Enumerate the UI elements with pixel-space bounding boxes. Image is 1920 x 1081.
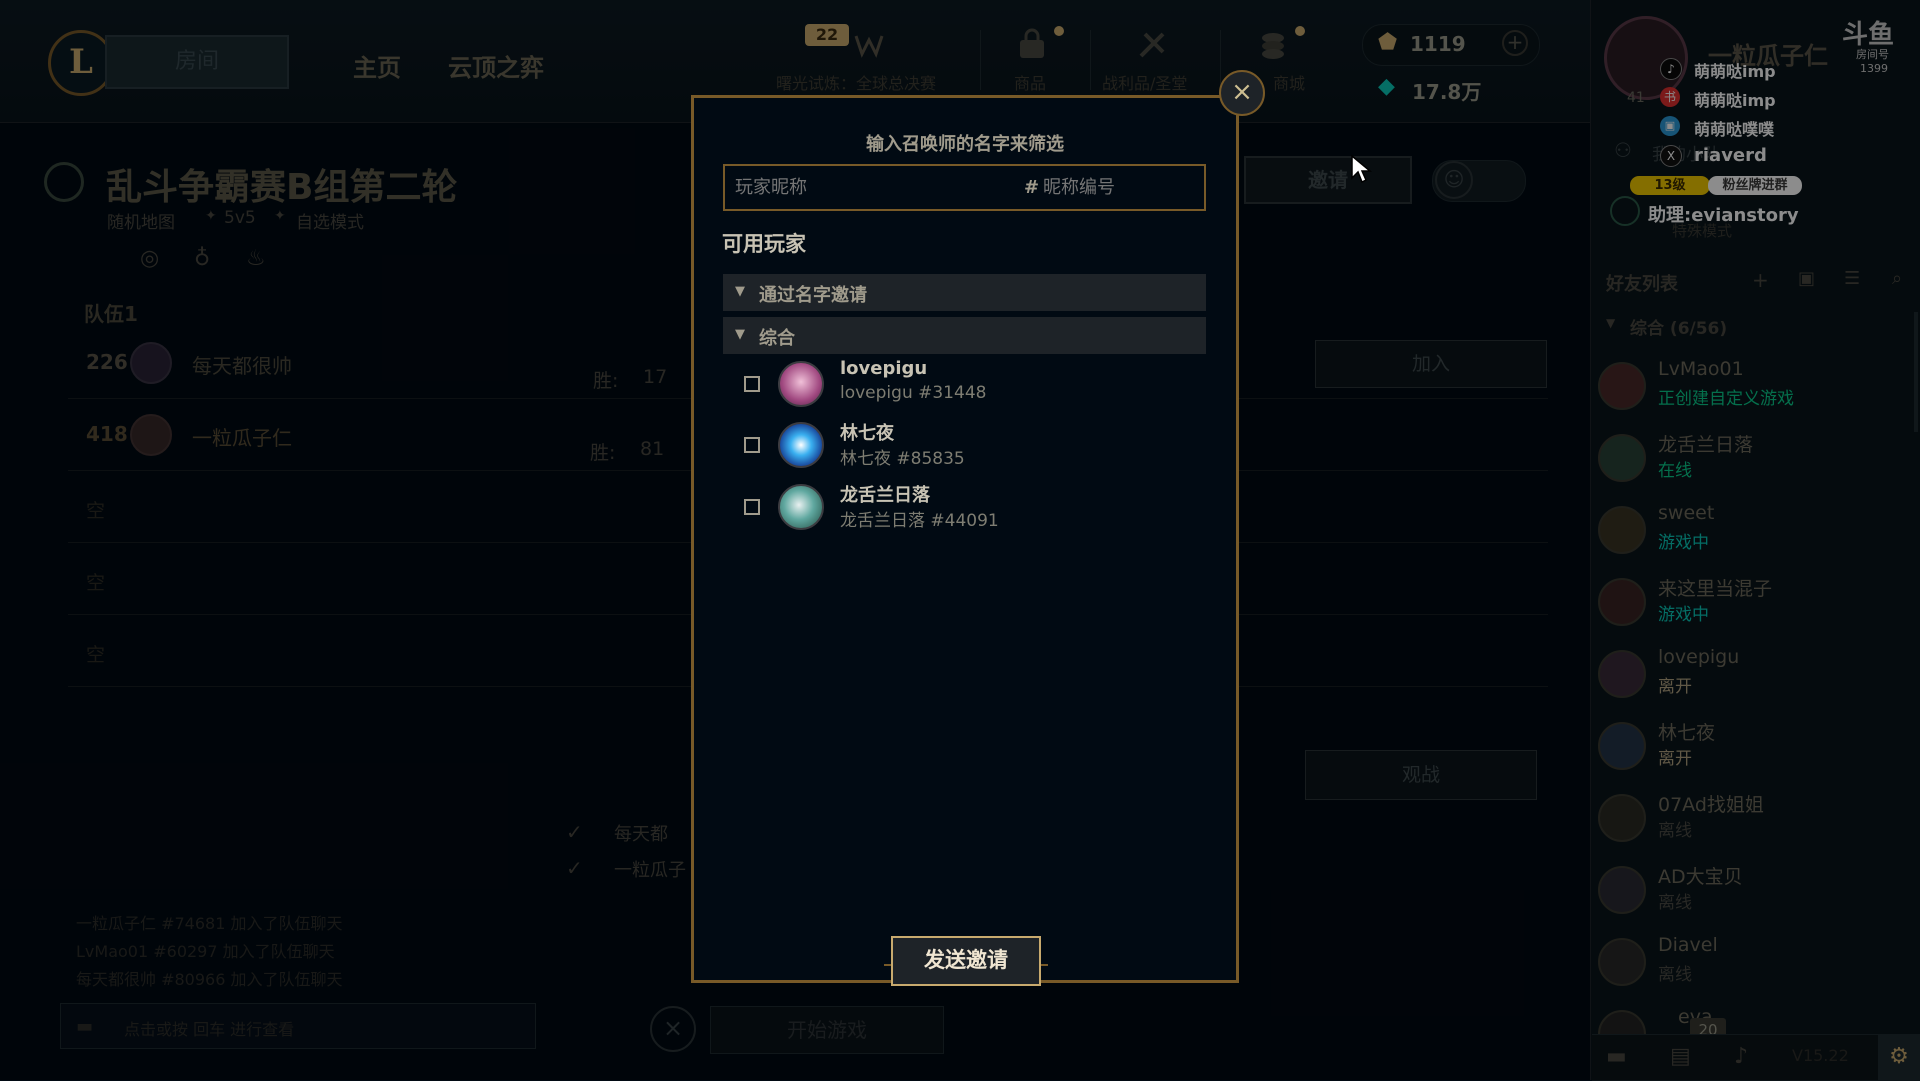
chevron-down-icon: ▼	[735, 327, 745, 342]
player-riot-id: 林七夜 #85835	[840, 449, 965, 469]
group-label: 综合	[759, 328, 795, 349]
player-riot-id: 龙舌兰日落 #44091	[840, 511, 999, 531]
filter-header: 输入召唤师的名字来筛选	[866, 134, 1064, 155]
avatar	[778, 484, 824, 530]
player-checkbox[interactable]	[744, 437, 760, 453]
player-name-input[interactable]	[733, 176, 957, 199]
close-icon[interactable]: ×	[1219, 70, 1265, 116]
player-checkbox[interactable]	[744, 499, 760, 515]
avatar	[778, 422, 824, 468]
player-tag-input[interactable]	[1041, 176, 1195, 199]
send-invite-button[interactable]: 发送邀请	[891, 936, 1041, 986]
player-name: 龙舌兰日落	[840, 485, 930, 506]
avatar	[778, 361, 824, 407]
player-name: 林七夜	[840, 423, 894, 444]
player-riot-id: lovepigu #31448	[840, 383, 987, 403]
chevron-down-icon: ▼	[735, 284, 745, 299]
player-name: lovepigu	[840, 358, 928, 379]
available-players-title: 可用玩家	[722, 232, 806, 256]
list-item[interactable]: 林七夜 林七夜 #85835	[744, 418, 1194, 476]
hash-icon: #	[1024, 177, 1040, 198]
player-checkbox[interactable]	[744, 376, 760, 392]
invite-modal: 输入召唤师的名字来筛选 # 可用玩家 ▼ 通过名字邀请 ▼ 综合 lovepig…	[691, 95, 1239, 986]
search-box: #	[723, 164, 1206, 211]
group-invite-by-name[interactable]: ▼ 通过名字邀请	[723, 274, 1206, 311]
list-item[interactable]: lovepigu lovepigu #31448	[744, 357, 1194, 415]
list-item[interactable]: 龙舌兰日落 龙舌兰日落 #44091	[744, 480, 1194, 538]
group-general[interactable]: ▼ 综合	[723, 317, 1206, 354]
group-label: 通过名字邀请	[759, 285, 867, 306]
mouse-cursor-icon	[1350, 154, 1373, 188]
